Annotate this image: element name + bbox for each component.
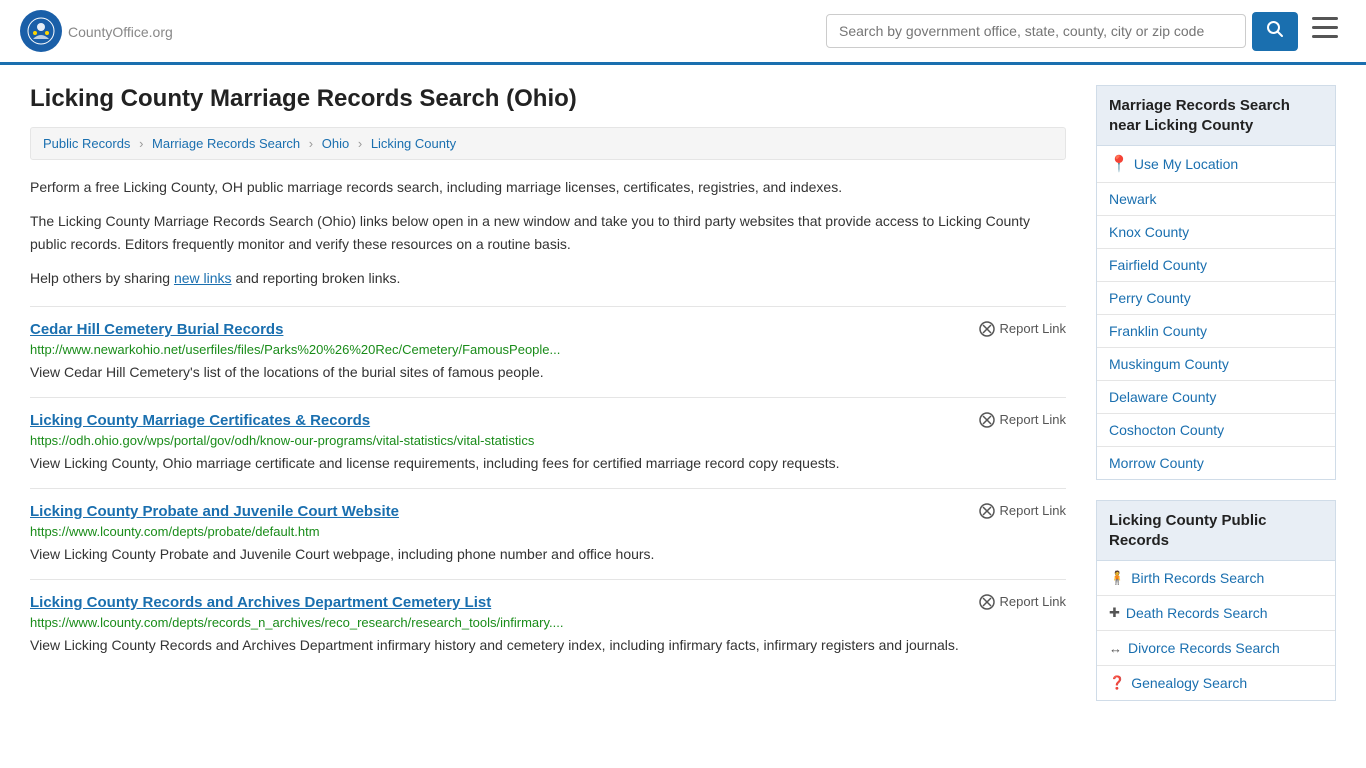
result-title-2[interactable]: Licking County Probate and Juvenile Cour… xyxy=(30,503,399,520)
result-item: Licking County Records and Archives Depa… xyxy=(30,579,1066,670)
breadcrumb-licking-county[interactable]: Licking County xyxy=(371,136,456,151)
description-1: Perform a free Licking County, OH public… xyxy=(30,176,1066,198)
nearby-item-7[interactable]: Coshocton County xyxy=(1097,414,1335,447)
nearby-item-6[interactable]: Delaware County xyxy=(1097,381,1335,414)
logo-text: CountyOffice.org xyxy=(68,20,173,43)
location-icon: 📍 xyxy=(1109,154,1129,174)
public-records-item-2[interactable]: ↔ Divorce Records Search xyxy=(1097,631,1335,666)
result-desc-0: View Cedar Hill Cemetery's list of the l… xyxy=(30,362,1066,383)
nearby-link-1[interactable]: Knox County xyxy=(1109,224,1189,240)
nearby-link-0[interactable]: Newark xyxy=(1109,191,1156,207)
pr-link-3[interactable]: Genealogy Search xyxy=(1131,675,1247,691)
new-links-link[interactable]: new links xyxy=(174,270,232,286)
nearby-link-2[interactable]: Fairfield County xyxy=(1109,257,1207,273)
site-header: CountyOffice.org xyxy=(0,0,1366,65)
nearby-section-title: Marriage Records Search near Licking Cou… xyxy=(1096,85,1336,146)
main-container: Licking County Marriage Records Search (… xyxy=(0,65,1366,741)
result-item: Cedar Hill Cemetery Burial Records Repor… xyxy=(30,306,1066,397)
nearby-link-5[interactable]: Muskingum County xyxy=(1109,356,1229,372)
public-records-section: Licking County Public Records 🧍 Birth Rec… xyxy=(1096,500,1336,701)
menu-button[interactable] xyxy=(1304,13,1346,49)
left-content: Licking County Marriage Records Search (… xyxy=(30,85,1066,721)
nearby-item-0[interactable]: Newark xyxy=(1097,183,1335,216)
nearby-list: 📍 Use My Location Newark Knox County Fairf… xyxy=(1096,146,1336,480)
logo-area[interactable]: CountyOffice.org xyxy=(20,10,173,52)
public-records-section-title: Licking County Public Records xyxy=(1096,500,1336,561)
nearby-link-3[interactable]: Perry County xyxy=(1109,290,1191,306)
pr-icon-3: ❓ xyxy=(1109,675,1125,691)
breadcrumb-public-records[interactable]: Public Records xyxy=(43,136,130,151)
nearby-link-6[interactable]: Delaware County xyxy=(1109,389,1216,405)
pr-icon-1: ✚ xyxy=(1109,605,1120,621)
breadcrumb-marriage-records[interactable]: Marriage Records Search xyxy=(152,136,300,151)
result-url-3: https://www.lcounty.com/depts/records_n_… xyxy=(30,615,1066,630)
report-link-2[interactable]: Report Link xyxy=(979,503,1066,519)
nearby-item-2[interactable]: Fairfield County xyxy=(1097,249,1335,282)
report-link-1[interactable]: Report Link xyxy=(979,412,1066,428)
public-records-item-3[interactable]: ❓ Genealogy Search xyxy=(1097,666,1335,700)
pr-link-2[interactable]: Divorce Records Search xyxy=(1128,640,1280,656)
search-area xyxy=(826,12,1346,51)
search-input[interactable] xyxy=(826,14,1246,48)
result-title-0[interactable]: Cedar Hill Cemetery Burial Records xyxy=(30,321,283,338)
page-title: Licking County Marriage Records Search (… xyxy=(30,85,1066,113)
description-2: The Licking County Marriage Records Sear… xyxy=(30,210,1066,255)
nearby-item-3[interactable]: Perry County xyxy=(1097,282,1335,315)
report-link-3[interactable]: Report Link xyxy=(979,594,1066,610)
pr-link-1[interactable]: Death Records Search xyxy=(1126,605,1268,621)
nearby-link-4[interactable]: Franklin County xyxy=(1109,323,1207,339)
logo-icon xyxy=(20,10,62,52)
nearby-link-7[interactable]: Coshocton County xyxy=(1109,422,1224,438)
pr-link-0[interactable]: Birth Records Search xyxy=(1131,570,1264,586)
nearby-item-8[interactable]: Morrow County xyxy=(1097,447,1335,479)
result-item: Licking County Marriage Certificates & R… xyxy=(30,397,1066,488)
report-link-0[interactable]: Report Link xyxy=(979,321,1066,337)
result-title-3[interactable]: Licking County Records and Archives Depa… xyxy=(30,594,491,611)
result-url-0: http://www.newarkohio.net/userfiles/file… xyxy=(30,342,1066,357)
result-url-1: https://odh.ohio.gov/wps/portal/gov/odh/… xyxy=(30,433,1066,448)
public-records-item-0[interactable]: 🧍 Birth Records Search xyxy=(1097,561,1335,596)
use-my-location-item[interactable]: 📍 Use My Location xyxy=(1097,146,1335,183)
nearby-item-5[interactable]: Muskingum County xyxy=(1097,348,1335,381)
public-records-item-1[interactable]: ✚ Death Records Search xyxy=(1097,596,1335,631)
nearby-section: Marriage Records Search near Licking Cou… xyxy=(1096,85,1336,480)
result-item: Licking County Probate and Juvenile Cour… xyxy=(30,488,1066,579)
nearby-item-1[interactable]: Knox County xyxy=(1097,216,1335,249)
result-desc-1: View Licking County, Ohio marriage certi… xyxy=(30,453,1066,474)
results-list: Cedar Hill Cemetery Burial Records Repor… xyxy=(30,306,1066,670)
nearby-items-container: Newark Knox County Fairfield County Perry C… xyxy=(1097,183,1335,479)
description-3: Help others by sharing new links and rep… xyxy=(30,267,1066,289)
right-sidebar: Marriage Records Search near Licking Cou… xyxy=(1096,85,1336,721)
pr-icon-2: ↔ xyxy=(1109,641,1122,656)
public-records-list: 🧍 Birth Records Search ✚ Death Records Sear… xyxy=(1096,561,1336,701)
breadcrumb: Public Records › Marriage Records Search… xyxy=(30,127,1066,160)
pr-icon-0: 🧍 xyxy=(1109,570,1125,586)
public-records-items-container: 🧍 Birth Records Search ✚ Death Records Sear… xyxy=(1097,561,1335,700)
nearby-item-4[interactable]: Franklin County xyxy=(1097,315,1335,348)
breadcrumb-ohio[interactable]: Ohio xyxy=(322,136,349,151)
use-location-link[interactable]: Use My Location xyxy=(1134,156,1238,172)
search-button[interactable] xyxy=(1252,12,1298,51)
result-desc-2: View Licking County Probate and Juvenile… xyxy=(30,544,1066,565)
result-url-2: https://www.lcounty.com/depts/probate/de… xyxy=(30,524,1066,539)
result-title-1[interactable]: Licking County Marriage Certificates & R… xyxy=(30,412,370,429)
result-desc-3: View Licking County Records and Archives… xyxy=(30,635,1066,656)
nearby-link-8[interactable]: Morrow County xyxy=(1109,455,1204,471)
